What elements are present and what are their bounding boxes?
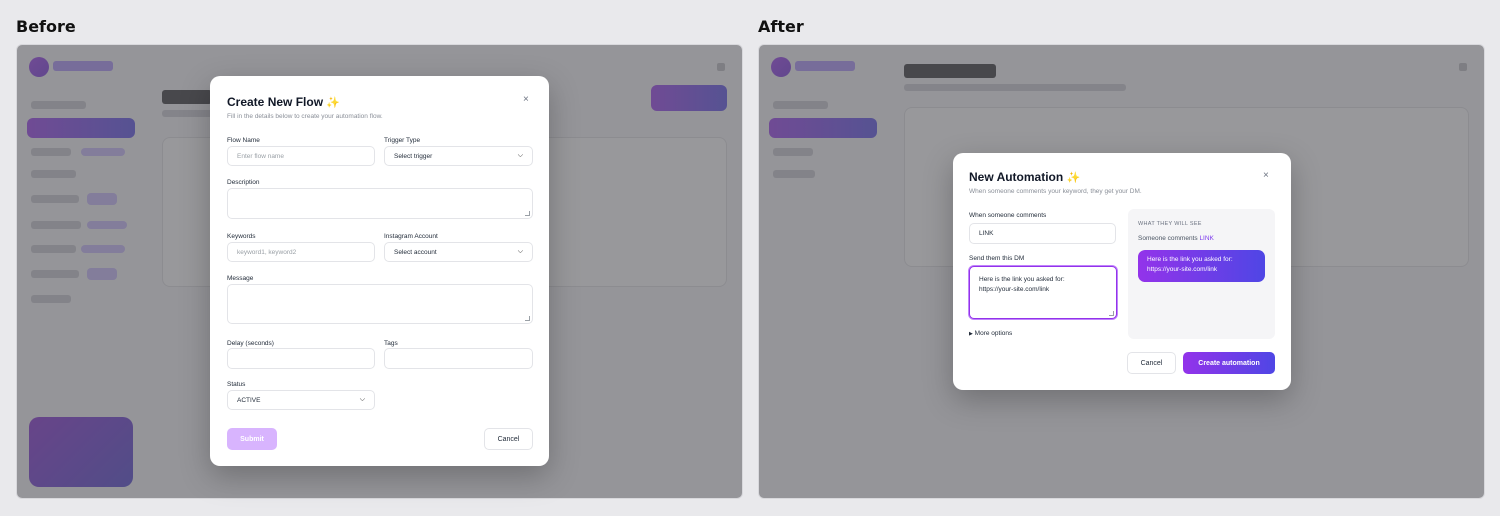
create-automation-button[interactable]: Create automation bbox=[1183, 352, 1275, 374]
status-label: Status bbox=[227, 381, 246, 388]
delay-label: Delay (seconds) bbox=[227, 340, 274, 347]
message-textarea[interactable] bbox=[227, 284, 533, 324]
sparkles-icon: ✨ bbox=[326, 97, 341, 109]
preview-panel: WHAT THEY WILL SEE Someone comments LINK… bbox=[1128, 209, 1275, 339]
flow-name-input[interactable]: Enter flow name bbox=[227, 146, 375, 166]
status-select[interactable]: ACTIVE ⌵ bbox=[227, 390, 375, 410]
message-label: Message bbox=[227, 275, 254, 282]
comment-keyword-input[interactable]: LINK bbox=[969, 223, 1116, 244]
preview-keyword: LINK bbox=[1199, 235, 1214, 242]
trigger-type-label: Trigger Type bbox=[384, 137, 421, 144]
preview-comment-text: Someone comments LINK bbox=[1138, 235, 1214, 242]
cancel-button[interactable]: Cancel bbox=[1127, 352, 1176, 374]
preview-dm-bubble: Here is the link you asked for: https://… bbox=[1138, 250, 1265, 282]
triangle-right-icon: ▶ bbox=[969, 331, 973, 337]
close-icon[interactable]: × bbox=[1263, 171, 1269, 181]
comment-keyword-label: When someone comments bbox=[969, 212, 1047, 219]
resize-handle[interactable] bbox=[1109, 311, 1114, 316]
resize-handle[interactable] bbox=[525, 316, 530, 321]
flow-name-label: Flow Name bbox=[227, 137, 260, 144]
chevron-down-icon: ⌵ bbox=[517, 152, 523, 159]
dm-message-label: Send them this DM bbox=[969, 255, 1025, 262]
delay-input[interactable] bbox=[227, 348, 375, 369]
keywords-label: Keywords bbox=[227, 233, 256, 240]
modal-subtitle: Fill in the details below to create your… bbox=[227, 113, 383, 120]
description-textarea[interactable] bbox=[227, 188, 533, 219]
preview-caption: WHAT THEY WILL SEE bbox=[1138, 221, 1202, 227]
instagram-account-label: Instagram Account bbox=[384, 233, 438, 240]
tags-input[interactable] bbox=[384, 348, 533, 369]
more-options-toggle[interactable]: ▶ More options bbox=[969, 330, 1012, 337]
cancel-button[interactable]: Cancel bbox=[484, 428, 533, 450]
modal-subtitle: When someone comments your keyword, they… bbox=[969, 188, 1142, 195]
new-automation-modal: New Automation ✨ When someone comments y… bbox=[953, 153, 1291, 390]
description-label: Description bbox=[227, 179, 260, 186]
resize-handle[interactable] bbox=[525, 211, 530, 216]
trigger-type-select[interactable]: Select trigger ⌵ bbox=[384, 146, 533, 166]
sparkles-icon: ✨ bbox=[1066, 172, 1081, 184]
modal-title: Create New Flow ✨ bbox=[227, 95, 341, 109]
chevron-down-icon: ⌵ bbox=[517, 248, 523, 255]
instagram-account-select[interactable]: Select account ⌵ bbox=[384, 242, 533, 262]
tags-label: Tags bbox=[384, 340, 398, 347]
modal-title: New Automation ✨ bbox=[969, 170, 1081, 184]
after-heading: After bbox=[758, 17, 804, 36]
close-icon[interactable]: × bbox=[523, 95, 529, 105]
submit-button[interactable]: Submit bbox=[227, 428, 277, 450]
create-flow-modal: Create New Flow ✨ Fill in the details be… bbox=[210, 76, 549, 466]
chevron-down-icon: ⌵ bbox=[359, 396, 365, 403]
dm-message-textarea[interactable]: Here is the link you asked for: https://… bbox=[969, 266, 1117, 319]
keywords-input[interactable]: keyword1, keyword2 bbox=[227, 242, 375, 262]
before-heading: Before bbox=[16, 17, 76, 36]
